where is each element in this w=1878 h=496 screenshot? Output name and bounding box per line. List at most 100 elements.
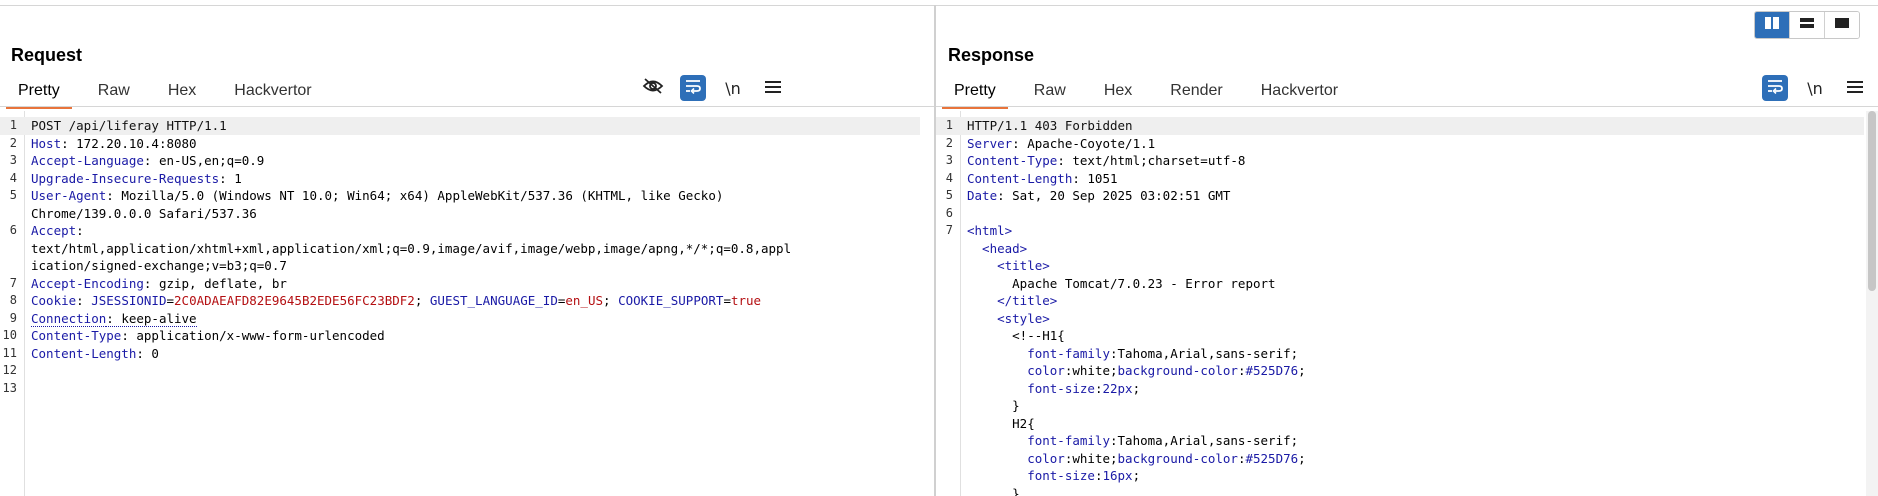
code-token: Content-Type: [967, 153, 1058, 168]
code-token: Upgrade-Insecure-Requests: [31, 170, 220, 186]
code-token: : 0: [136, 345, 159, 361]
menu-icon: [1846, 79, 1864, 98]
response-wrap-button[interactable]: [1762, 75, 1788, 101]
line-number: 1: [9, 118, 17, 132]
code-token: color: [967, 363, 1065, 378]
code-token: : application/x-www-form-urlencoded: [121, 328, 385, 343]
code-token: text/html,application/xhtml+xml,applicat…: [31, 240, 792, 256]
line-number: 2: [9, 135, 17, 150]
line-text: H2{: [967, 416, 1035, 431]
request-tab-hex[interactable]: Hex: [156, 78, 208, 109]
code-token: ication/signed-exchange;v=b3;q=0.7: [31, 258, 287, 273]
response-tools: \n: [1748, 75, 1868, 101]
code-token: <title>: [967, 258, 1050, 273]
line-number: 11: [2, 345, 17, 360]
line-number: 3: [9, 153, 17, 167]
line-number: 4: [945, 170, 953, 185]
line-text: Content-Type: text/html;charset=utf-8: [967, 153, 1245, 168]
code-token: : Mozilla/5.0 (Windows NT 10.0; Win64; x…: [106, 188, 724, 203]
line-number: 13: [2, 380, 17, 395]
code-line: 4 Upgrade-Insecure-Requests: 1: [0, 170, 920, 188]
request-code[interactable]: 1 POST /api/liferay HTTP/1.1 2 Host: 172.20…: [0, 117, 920, 397]
code-line: font-size:16px;: [936, 467, 1864, 485]
response-newline-button[interactable]: \n: [1802, 75, 1828, 101]
request-wrap-button[interactable]: [680, 75, 706, 101]
line-text: HTTP/1.1 403 Forbidden: [967, 118, 1133, 133]
request-tab-pretty[interactable]: Pretty: [6, 78, 72, 109]
request-tab-hackvertor[interactable]: Hackvertor: [222, 78, 323, 109]
line-number: 12: [2, 363, 17, 377]
code-token: ;: [1132, 380, 1141, 396]
line-number: 1: [945, 118, 953, 132]
line-text: }: [967, 486, 1020, 496]
code-line: 9 Connection: keep-alive: [0, 310, 920, 328]
line-text: POST /api/liferay HTTP/1.1: [31, 118, 227, 133]
response-tab-pretty[interactable]: Pretty: [942, 78, 1008, 109]
code-token: <head>: [967, 240, 1028, 256]
request-tabbar-line: [0, 106, 934, 107]
code-token: }: [967, 485, 1020, 496]
code-line: font-family:Tahoma,Arial,sans-serif;: [936, 432, 1864, 450]
newline-icon: \n: [1807, 78, 1823, 98]
line-number: 8: [9, 293, 17, 307]
response-scrollbar[interactable]: [1866, 111, 1878, 496]
response-menu-button[interactable]: [1842, 75, 1868, 101]
code-token: background-color: [1117, 450, 1238, 466]
request-tab-raw[interactable]: Raw: [86, 78, 142, 109]
request-hide-button[interactable]: [640, 75, 666, 101]
code-token: Content-Length: [967, 170, 1073, 186]
line-text: font-size:22px;: [967, 381, 1140, 396]
code-line: Chrome/139.0.0.0 Safari/537.36: [0, 205, 920, 223]
code-line: 6 Accept:: [0, 222, 920, 240]
code-line: 10 Content-Type: application/x-www-form-u…: [0, 327, 920, 345]
code-token: =: [166, 293, 175, 308]
line-number: 7: [9, 275, 17, 290]
code-token: </title>: [967, 293, 1058, 308]
wrap-icon: [1766, 78, 1784, 98]
code-line: 1 HTTP/1.1 403 Forbidden: [936, 117, 1864, 135]
response-tab-hackvertor[interactable]: Hackvertor: [1249, 78, 1350, 109]
response-tab-render[interactable]: Render: [1158, 78, 1234, 109]
code-token: : Sat, 20 Sep 2025 03:02:51 GMT: [997, 188, 1231, 203]
code-token: POST /api/liferay HTTP/1.1: [31, 118, 227, 133]
line-text: User-Agent: Mozilla/5.0 (Windows NT 10.0…: [31, 188, 723, 203]
response-scrollbar-thumb[interactable]: [1868, 111, 1876, 291]
code-token: : gzip, deflate, br: [143, 275, 287, 291]
line-text: Content-Length: 1051: [967, 171, 1118, 186]
code-token: 22px: [1102, 380, 1133, 396]
response-tab-hex[interactable]: Hex: [1092, 78, 1144, 109]
code-line: 5 User-Agent: Mozilla/5.0 (Windows NT 10.…: [0, 187, 920, 205]
wrap-icon: [684, 78, 702, 98]
response-code[interactable]: 1 HTTP/1.1 403 Forbidden 2 Server: Apache-C…: [936, 117, 1864, 496]
code-token: :: [76, 223, 84, 238]
response-tab-raw[interactable]: Raw: [1022, 78, 1078, 109]
code-token: HTTP/1.1 403 Forbidden: [967, 118, 1133, 133]
line-text: </title>: [967, 293, 1057, 308]
code-token: :white;: [1064, 363, 1118, 378]
code-token: <!--H1{: [967, 328, 1065, 343]
line-text: }: [967, 398, 1020, 413]
request-editor[interactable]: 1 POST /api/liferay HTTP/1.1 2 Host: 172.20…: [0, 111, 934, 496]
code-line: 12: [0, 362, 920, 380]
line-number: 6: [9, 223, 17, 237]
line-text: <style>: [967, 311, 1050, 326]
code-line: 11 Content-Length: 0: [0, 345, 920, 363]
line-text: Chrome/139.0.0.0 Safari/537.36: [31, 206, 257, 221]
code-token: 16px: [1102, 468, 1133, 483]
request-tabs: Pretty Raw Hex Hackvertor: [6, 78, 338, 109]
code-token: :Tahoma,Arial,sans-serif;: [1110, 345, 1299, 361]
line-text: ication/signed-exchange;v=b3;q=0.7: [31, 258, 287, 273]
code-token: Connection: [31, 310, 107, 327]
request-menu-button[interactable]: [760, 75, 786, 101]
request-newline-button[interactable]: \n: [720, 75, 746, 101]
code-line: }: [936, 485, 1864, 496]
code-token: <html>: [967, 223, 1013, 238]
code-token: Date: [967, 188, 998, 203]
code-token: ;: [1298, 450, 1306, 466]
line-text: <title>: [967, 258, 1050, 273]
code-token: 2C0ADAEAFD82E9645B2EDE56FC23BDF2: [174, 293, 415, 308]
line-text: font-family:Tahoma,Arial,sans-serif;: [967, 346, 1298, 361]
response-editor[interactable]: 1 HTTP/1.1 403 Forbidden 2 Server: Apache-C…: [936, 111, 1878, 496]
code-token: #525D76: [1245, 450, 1299, 466]
code-line: 5 Date: Sat, 20 Sep 2025 03:02:51 GMT: [936, 187, 1864, 205]
